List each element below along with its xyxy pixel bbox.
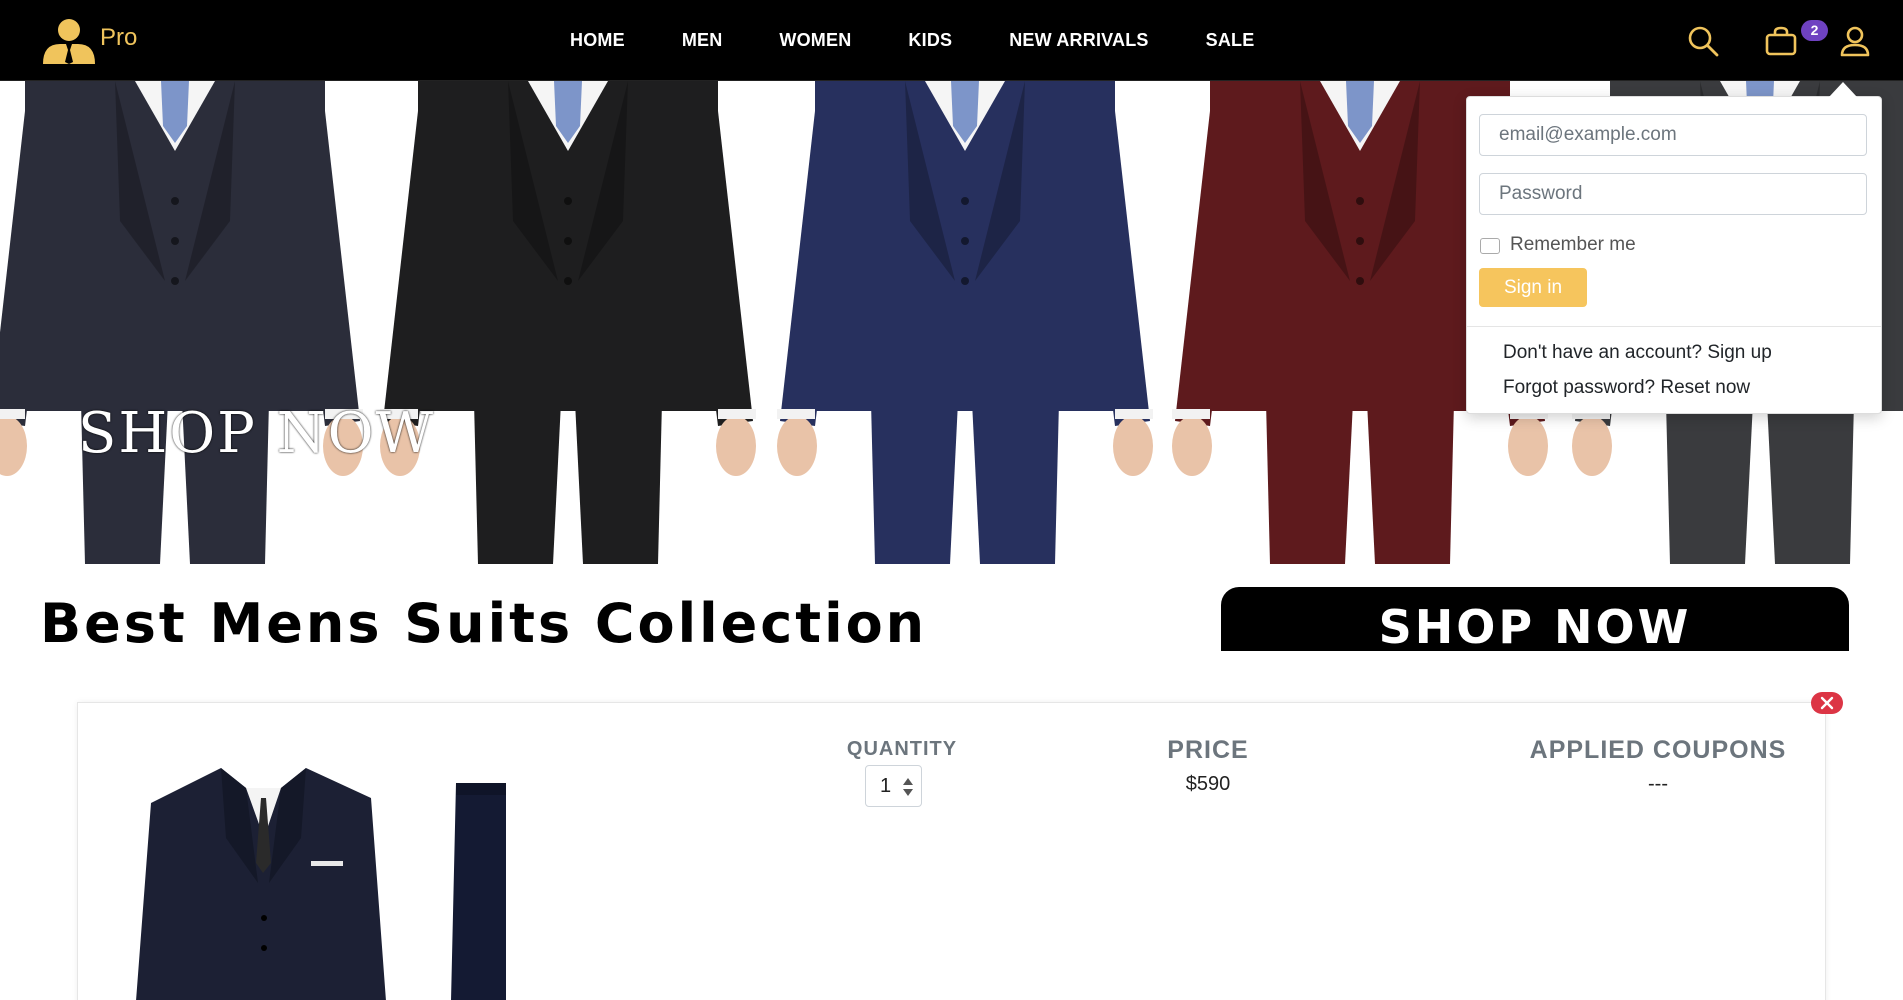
nav-women[interactable]: WOMEN (779, 30, 851, 51)
nav-sale[interactable]: SALE (1206, 30, 1255, 51)
suit-button (961, 197, 969, 205)
suit-button (1356, 237, 1364, 245)
suit-button (961, 237, 969, 245)
quantity-value: 1 (880, 775, 892, 797)
shop-now-button[interactable]: SHOP NOW (1221, 587, 1849, 651)
hand (777, 416, 817, 476)
navbar: Pro HOME MEN WOMEN KIDS NEW ARRIVALS SAL… (0, 0, 1903, 81)
suit-product-image (136, 768, 506, 1000)
shirt-cuff (0, 409, 25, 419)
suit-button (564, 277, 572, 285)
suit-button (1356, 197, 1364, 205)
remove-item-button[interactable] (1811, 692, 1843, 714)
password-field[interactable] (1479, 173, 1867, 215)
suit-button (171, 197, 179, 205)
suit-button (961, 277, 969, 285)
email-field[interactable] (1479, 114, 1867, 156)
search-icon[interactable] (1686, 24, 1720, 58)
shirt-cuff (1115, 409, 1153, 419)
coupons-value: --- (1648, 773, 1668, 795)
coupons-header: APPLIED COUPONS (1529, 736, 1787, 764)
nav-men[interactable]: MEN (682, 30, 723, 51)
suit-button (564, 197, 572, 205)
nav-kids[interactable]: KIDS (908, 30, 952, 51)
suit-button (564, 237, 572, 245)
price-value: $590 (1185, 773, 1231, 795)
nav-home[interactable]: HOME (570, 30, 625, 51)
hand (1172, 416, 1212, 476)
hand (1113, 416, 1153, 476)
quantity-header: QUANTITY (846, 738, 958, 760)
shirt-cuff (777, 409, 815, 419)
shirt-cuff (718, 409, 756, 419)
cart-item-card: QUANTITY PRICE APPLIED COUPONS $590 --- (77, 702, 1826, 1000)
brand-name: Pro (100, 24, 138, 51)
hero-shop-now[interactable]: SHOP NOW (78, 401, 435, 466)
quantity-stepper[interactable]: 1 (865, 765, 922, 807)
hand (1572, 416, 1612, 476)
bag-icon[interactable] (1765, 26, 1797, 56)
signin-button[interactable]: Sign in (1479, 268, 1587, 307)
brand-logo[interactable]: Pro (40, 18, 137, 64)
suit-button (1356, 277, 1364, 285)
shirt-cuff (1172, 409, 1210, 419)
collection-title: Best Mens Suits Collection (40, 592, 928, 655)
close-icon (1820, 696, 1834, 710)
dropdown-caret (1829, 82, 1857, 97)
suit-button (171, 277, 179, 285)
hand (716, 416, 756, 476)
nav-new-arrivals[interactable]: NEW ARRIVALS (1009, 30, 1148, 51)
main-nav: HOME MEN WOMEN KIDS NEW ARRIVALS SALE (570, 0, 1254, 81)
reset-password-link[interactable]: Forgot password? Reset now (1503, 377, 1750, 399)
dropdown-divider (1467, 326, 1881, 327)
signup-link[interactable]: Don't have an account? Sign up (1503, 342, 1772, 364)
price-header: PRICE (1167, 736, 1249, 764)
remember-me-checkbox[interactable] (1480, 238, 1500, 254)
page: Pro HOME MEN WOMEN KIDS NEW ARRIVALS SAL… (0, 0, 1903, 1000)
cart-count-badge: 2 (1801, 20, 1828, 41)
user-icon[interactable] (1839, 25, 1871, 57)
spinner-arrows-icon[interactable] (902, 777, 914, 797)
suit-button (171, 237, 179, 245)
person-logo-icon (43, 19, 95, 64)
remember-me-label: Remember me (1510, 234, 1636, 255)
hand (1508, 416, 1548, 476)
